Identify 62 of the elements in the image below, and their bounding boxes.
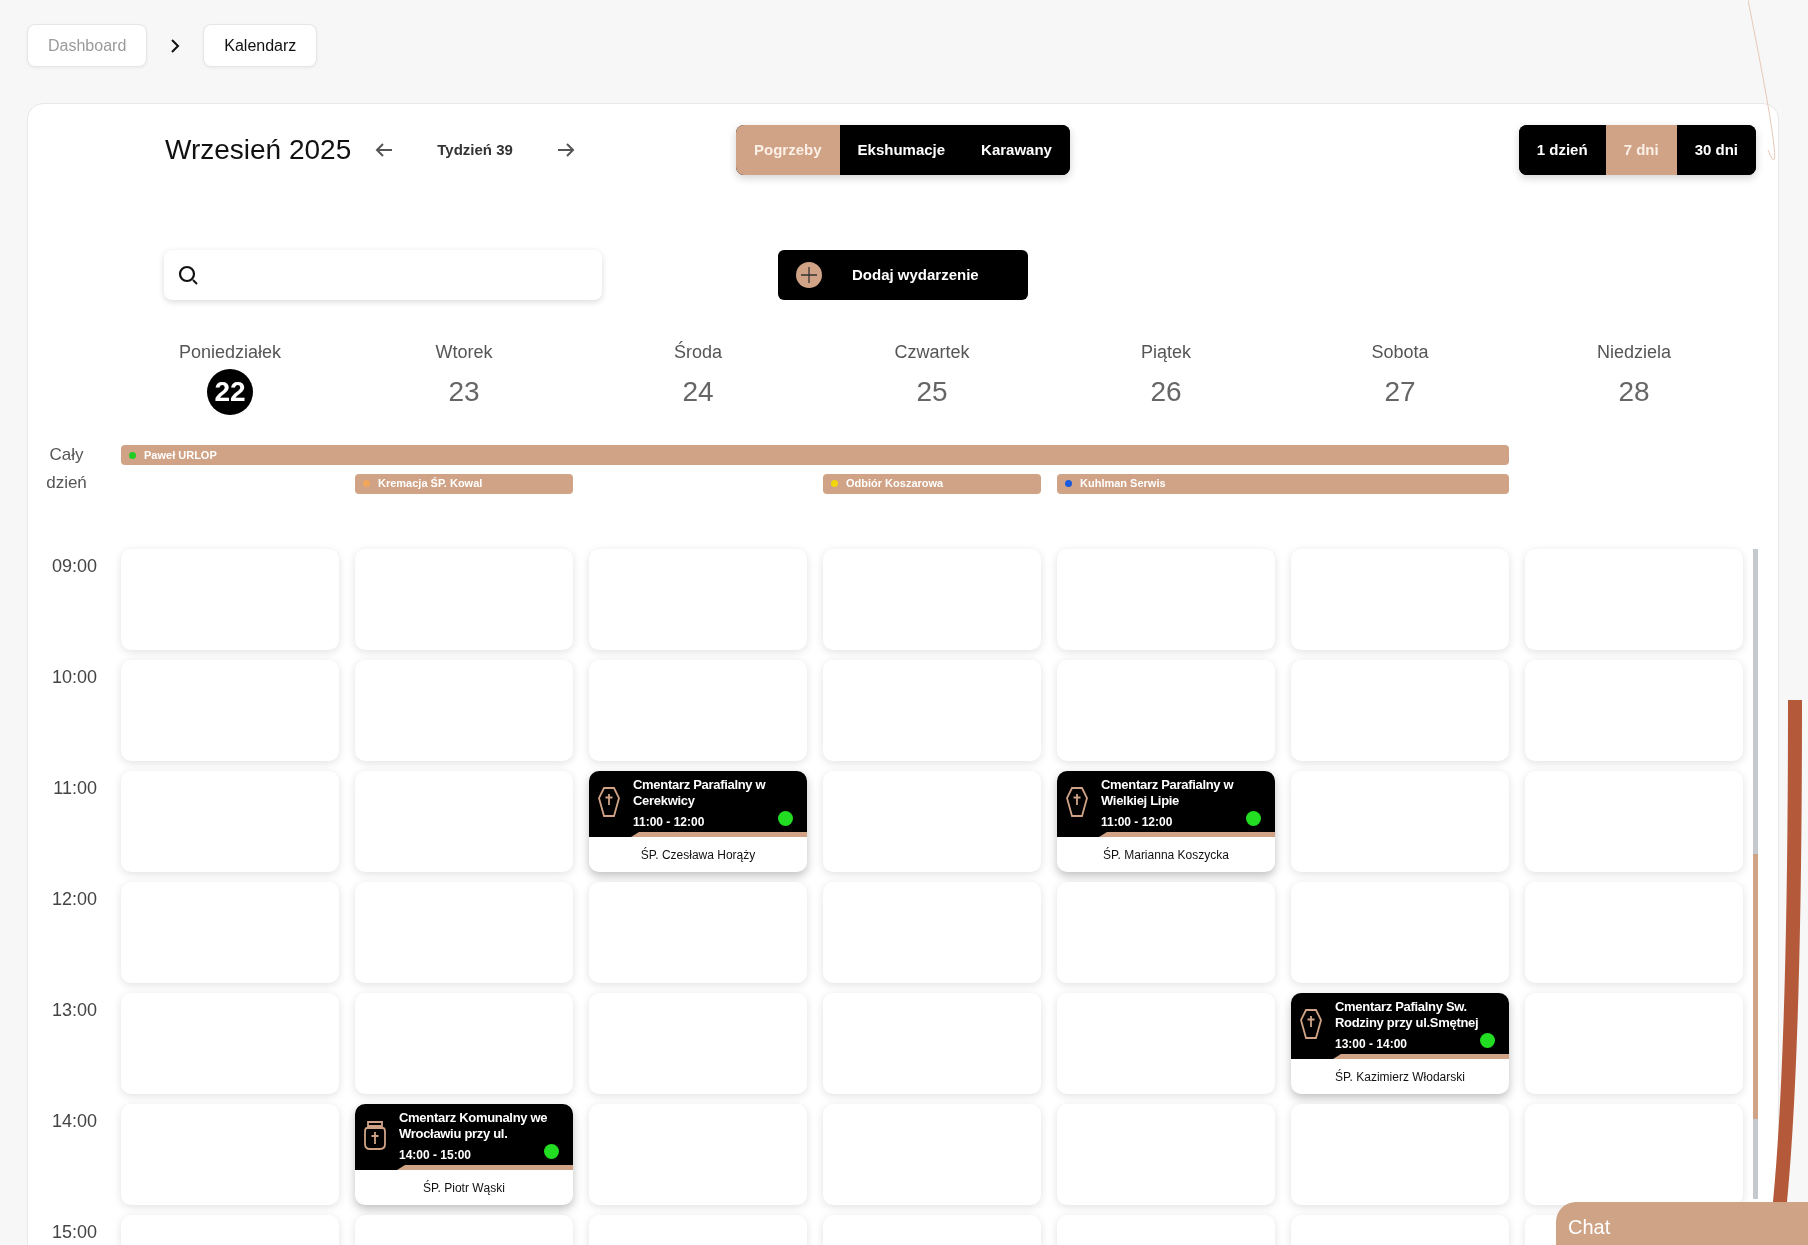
category-tab[interactable]: Ekshumacje [839,125,964,175]
day-name: Wtorek [435,341,493,364]
breadcrumb-link[interactable]: Dashboard [27,24,148,67]
week-label: Tydzień 39 [437,139,513,160]
event-card[interactable]: Cmentarz Komunalny we Wrocławiu przy ul. 14:00 - 15:00 ŚP. Piotr Wąski [355,1104,573,1205]
urn-icon [363,1120,387,1150]
search-field[interactable] [164,250,602,300]
day-number[interactable]: 25 [909,369,955,415]
event-time: 14:00 - 15:00 [399,1147,472,1163]
time-label: 11:00 [53,777,97,800]
day-number[interactable]: 23 [441,369,487,415]
day-number[interactable]: 28 [1611,369,1657,415]
month-title: Wrzesień 2025 [165,133,352,167]
event-title: Cmentarz Komunalny we Wrocławiu przy ul. [399,1110,549,1142]
day-name: Sobota [1371,341,1429,364]
event-time: 13:00 - 14:00 [1335,1036,1408,1052]
day-name: Niedziela [1596,341,1671,364]
time-label: 09:00 [51,555,97,578]
category-tab[interactable]: Karawany [963,125,1070,175]
event-card[interactable]: Cmentarz Parafialny w Wielkiej Lipie 11:00 - 12:00 ŚP. Marianna Koszycka [1057,771,1275,872]
coffin-icon [597,787,621,817]
day-number[interactable]: 22 [207,369,253,415]
day-name: Poniedziałek [178,341,282,364]
day-number[interactable]: 24 [675,369,721,415]
event-card[interactable]: Cmentarz Pafialny Sw. Rodziny przy ul.Smętnej 13:00 - 14:00 ŚP. Kazimierz Włodarski [1291,993,1509,1094]
view-tab[interactable]: 30 dni [1676,125,1756,175]
scrollbar-thumb[interactable] [1753,854,1758,1119]
day-number[interactable]: 26 [1143,369,1189,415]
time-label: 10:00 [51,666,97,689]
next-week-button[interactable] [556,142,575,158]
day-number[interactable]: 27 [1377,369,1423,415]
coffin-icon [1065,787,1089,817]
event-card[interactable]: Cmentarz Parafialny w Cerekwicy 11:00 - 12:00 ŚP. Czesława Horąży [589,771,807,872]
plus-icon [796,262,822,288]
view-tab[interactable]: 1 dzień [1518,125,1606,175]
chevron-right-icon [169,37,182,54]
time-slot[interactable] [1525,1104,1743,1205]
time-label: 13:00 [51,999,97,1022]
arrow-right-icon [556,142,575,158]
event-title: Cmentarz Parafialny w Wielkiej Lipie [1101,777,1235,809]
person-name: ŚP. Piotr Wąski [423,1179,505,1197]
add-event-button[interactable]: Dodaj wydarzenie [778,250,1028,300]
person-name: ŚP. Czesława Horąży [640,846,756,864]
all-day-label: Cały dzień [45,444,88,494]
search-icon [178,265,198,285]
person-name: ŚP. Marianna Koszycka [1103,846,1229,864]
arrow-left-icon [375,142,394,158]
previous-week-button[interactable] [375,142,394,158]
event-title: Cmentarz Parafialny w Cerekwicy [633,777,767,809]
day-name: Środa [673,340,722,364]
time-label: 12:00 [51,888,97,911]
time-label: 15:00 [51,1221,97,1244]
event-title: Cmentarz Pafialny Sw. Rodziny przy ul.Smętnej [1335,999,1480,1031]
breadcrumb-link[interactable]: Kalendarz [203,24,318,67]
time-label: 14:00 [51,1110,97,1133]
day-name: Czwartek [894,341,970,364]
coffin-icon [1299,1009,1323,1039]
day-name: Piątek [1141,341,1191,364]
person-name: ŚP. Kazimierz Włodarski [1335,1068,1465,1086]
event-time: 11:00 - 12:00 [633,814,705,830]
scrollbar-track[interactable] [1753,549,1758,1199]
event-time: 11:00 - 12:00 [1101,814,1173,830]
